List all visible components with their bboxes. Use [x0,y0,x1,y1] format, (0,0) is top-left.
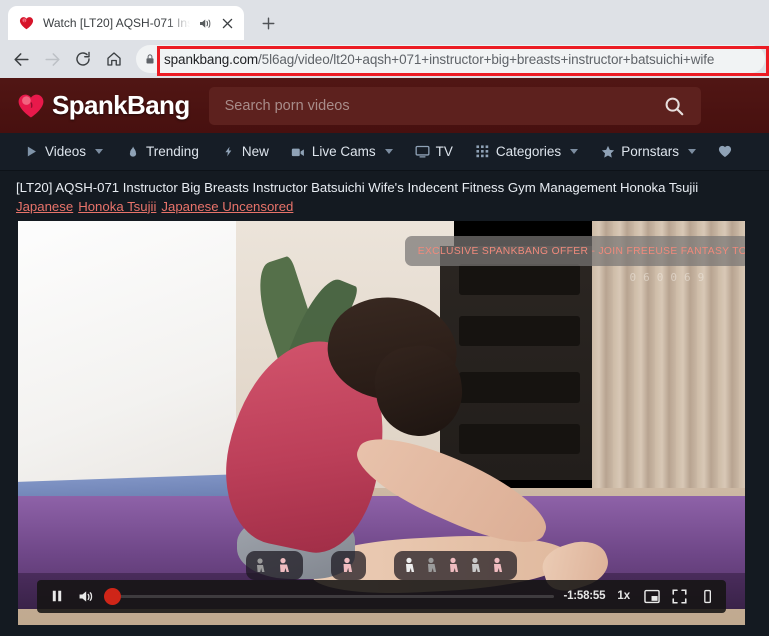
lock-icon[interactable] [136,45,164,73]
nav-item-tv[interactable]: TV [404,133,464,170]
heart-logo-icon [17,93,45,119]
address-bar-url: spankbang.com/5l6ag/video/lt20+aqsh+071+… [164,52,718,67]
reload-icon[interactable] [68,44,98,74]
clock-digit: 0 [629,270,637,284]
chevron-down-icon [570,149,579,154]
position-pictogram-icon [428,558,437,573]
monitor-icon [415,144,430,159]
video-player[interactable]: EXCLUSIVE SPANKBANG OFFER - JOIN FREEUSE… [18,221,745,626]
position-pictogram-icon [343,557,353,573]
nav-label: Pornstars [621,144,679,159]
browser-toolbar: spankbang.com/5l6ag/video/lt20+aqsh+071+… [0,40,769,78]
nav-label: TV [435,144,453,159]
volume-on-icon[interactable] [76,587,95,606]
site-page: SpankBang Search porn videos Videos Tren… [0,78,769,626]
time-remaining: -1:58:55 [563,590,606,603]
star-icon [600,144,615,159]
fullscreen-icon[interactable] [670,587,689,606]
site-header: SpankBang Search porn videos [0,78,769,133]
nav-label: Trending [146,144,199,159]
progress-bar[interactable] [103,586,555,607]
browser-tab[interactable]: 1 Watch [LT20] AQSH-071 Instr [8,6,244,40]
position-pictogram-icon [472,558,481,573]
tag-link-japanese-uncensored[interactable]: Japanese Uncensored [161,199,293,214]
page-title: [LT20] AQSH-071 Instructor Big Breasts I… [16,180,699,195]
position-pictogram-icon [406,558,415,573]
address-bar[interactable]: spankbang.com/5l6ag/video/lt20+aqsh+071+… [136,45,765,73]
heart-icon [718,144,733,159]
search-bar[interactable]: Search porn videos [208,86,701,125]
pause-icon[interactable] [48,587,67,606]
tab-title: Watch [LT20] AQSH-071 Instr [43,16,190,30]
clock-digit: 6 [643,270,650,284]
progress-handle[interactable] [103,587,121,605]
picture-in-picture-icon[interactable] [642,587,661,606]
position-pictogram-icon [257,558,265,573]
chevron-down-icon [95,149,104,154]
speaker-playing-icon[interactable] [197,16,212,31]
nav-label: Categories [495,144,562,159]
nav-item-categories[interactable]: Categories [464,133,589,170]
heart-favicon-icon: 1 [19,15,36,31]
nav-item-new[interactable]: New [210,133,280,170]
url-domain: spankbang.com [164,51,259,67]
chevron-down-icon [687,149,696,154]
play-icon [24,144,39,159]
position-pictogram-icon [494,558,503,573]
nav-item-live-cams[interactable]: Live Cams [280,133,404,170]
close-icon[interactable] [219,15,236,32]
tab-strip: 1 Watch [LT20] AQSH-071 Instr [0,0,769,40]
forward-arrow-icon [37,44,67,74]
url-path: /5l6ag/video/lt20+aqsh+071+instructor+bi… [258,51,715,67]
playback-speed-button[interactable]: 1x [614,590,633,602]
site-logo[interactable]: SpankBang [17,90,190,121]
camera-icon [291,144,306,159]
nav-item-videos[interactable]: Videos [13,133,114,170]
chevron-down-icon [384,149,393,154]
clock-digit: 9 [697,270,705,284]
nav-label: New [241,144,269,159]
nav-label: Live Cams [311,144,376,159]
search-icon[interactable] [661,93,687,119]
nav-item-pornstars[interactable]: Pornstars [589,133,707,170]
site-nav: Videos Trending New Live Cams TV Categor… [0,133,769,171]
overlay-clock: 0 6 0 0 6 9 [630,271,705,284]
position-chip[interactable] [246,551,303,581]
nav-item-trending[interactable]: Trending [114,133,210,170]
flame-icon [125,144,140,159]
video-title-block: [LT20] AQSH-071 Instructor Big Breasts I… [0,171,769,221]
new-tab-button[interactable] [254,9,282,37]
grid-icon [475,144,490,159]
promo-banner-text: EXCLUSIVE SPANKBANG OFFER - JOIN FREEUSE… [417,245,745,257]
progress-track [103,594,555,598]
clock-digit: 6 [684,270,691,284]
nav-item-overflow[interactable] [707,133,733,170]
bolt-icon [221,144,236,159]
home-icon[interactable] [99,44,129,74]
position-pictogram-icon [280,558,289,573]
clock-digit: 0 [670,270,678,284]
back-arrow-icon[interactable] [6,44,36,74]
position-chips [18,551,745,581]
nav-label: Videos [45,144,87,159]
tag-link-honoka-tsujii[interactable]: Honoka Tsujii [78,199,156,214]
mobile-view-icon[interactable] [698,587,717,606]
clock-digit: 0 [656,270,664,284]
player-controls: -1:58:55 1x [36,579,727,613]
site-logo-text: SpankBang [52,90,190,120]
position-pictogram-icon [450,558,459,573]
search-input[interactable]: Search porn videos [225,98,661,114]
position-chip[interactable] [394,551,517,581]
position-chip[interactable] [331,551,366,581]
browser-chrome: 1 Watch [LT20] AQSH-071 Instr spankbang.… [0,0,769,78]
promo-banner[interactable]: EXCLUSIVE SPANKBANG OFFER - JOIN FREEUSE… [404,236,745,267]
tag-link-japanese[interactable]: Japanese [16,199,73,214]
